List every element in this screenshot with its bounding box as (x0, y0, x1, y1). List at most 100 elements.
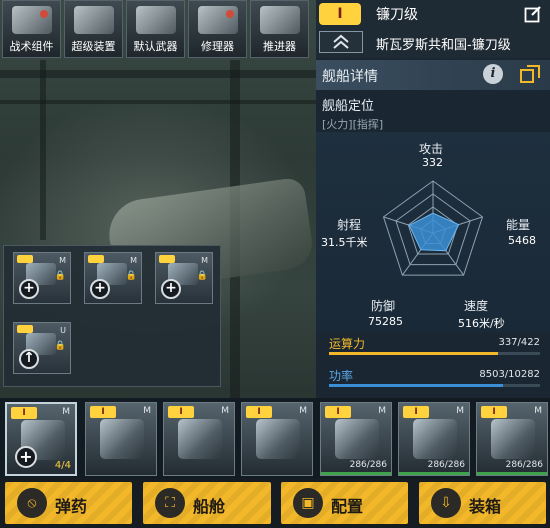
tier-marker (159, 255, 175, 263)
tier-badge: I (325, 406, 351, 418)
thruster-thumb-icon (260, 6, 300, 34)
cannon-module-icon (413, 419, 457, 459)
add-icon: + (15, 446, 37, 468)
tab-label: 战术组件 (9, 40, 54, 53)
tier-badge: I (246, 406, 272, 418)
compute-value: 337/422 (498, 337, 540, 348)
tier-marker (17, 325, 33, 333)
power-bar (329, 384, 540, 387)
ship-name: 斯瓦罗斯共和国-镰刀级 (376, 38, 511, 53)
crate-icon: ⇩ (431, 488, 461, 518)
stat-value-range: 31.5千米 (321, 236, 368, 249)
slot-type: M (221, 406, 229, 416)
weapon-thumb-icon (136, 6, 176, 34)
power-label: 功率 (329, 369, 354, 383)
panel-title: 舰船详情 (322, 69, 378, 85)
picker-slot[interactable]: + M 🔒 (84, 252, 142, 304)
slot-type: M (143, 406, 151, 416)
slot-type: M (62, 407, 70, 417)
tier-badge: I (168, 406, 194, 418)
lock-icon: 🔒 (125, 271, 137, 281)
lock-icon: 🔒 (196, 271, 208, 281)
crate-button[interactable]: ⇩ 装箱 (419, 482, 546, 524)
stat-value-defense: 75285 (368, 315, 403, 328)
equipment-slot[interactable]: I M 286/286 (476, 402, 548, 476)
slot-type: M (201, 256, 208, 265)
turret-module-icon (256, 419, 300, 459)
cannon-module-icon (491, 419, 535, 459)
slot-picker-popup: + M 🔒 + M 🔒 + M 🔒 ↑ U 🔒 (3, 245, 221, 387)
equipment-slot[interactable]: I M (163, 402, 235, 476)
collapse-button[interactable] (319, 31, 363, 53)
cannon-module-icon (335, 419, 379, 459)
stat-label-range: 射程 (337, 218, 362, 232)
equipment-slot[interactable]: I M 286/286 (320, 402, 392, 476)
slot-hp: 286/286 (349, 460, 387, 470)
picker-slot[interactable]: ↑ U 🔒 (13, 322, 71, 374)
tier-badge: I (481, 406, 507, 418)
hull-button[interactable]: ⛶ 船舱 (143, 482, 271, 524)
equipment-slot[interactable]: I M 286/286 (398, 402, 470, 476)
compute-bar-fill (329, 352, 498, 355)
shield-module-icon (178, 419, 222, 459)
info-icon[interactable]: i (483, 64, 503, 84)
add-icon: + (19, 279, 39, 299)
upgrade-icon: ↑ (19, 349, 39, 369)
slot-type: M (299, 406, 307, 416)
ammo-label: 弹药 (55, 497, 88, 516)
stat-value-energy: 5468 (508, 234, 536, 247)
compute-bar (329, 352, 540, 355)
role-title: 舰船定位 (322, 99, 375, 114)
tab-repairer[interactable]: 修理器 (188, 0, 247, 58)
hull-label: 船舱 (193, 497, 226, 516)
crate-label: 装箱 (469, 497, 502, 516)
config-label: 配置 (331, 497, 364, 516)
ammo-icon: ⦸ (17, 488, 47, 518)
stat-value-attack: 332 (422, 156, 443, 169)
stat-value-speed: 516米/秒 (458, 317, 505, 330)
tab-super-device[interactable]: 超级装置 (64, 0, 123, 58)
tab-label: 推进器 (263, 40, 296, 53)
tier-badge: I (11, 407, 37, 419)
tab-label: 修理器 (201, 40, 234, 53)
equipment-tabs: 战术组件 超级装置 默认武器 修理器 推进器 (0, 0, 309, 58)
ammo-button[interactable]: ⦸ 弹药 (5, 482, 132, 524)
tab-thruster[interactable]: 推进器 (250, 0, 309, 58)
hp-bar (399, 472, 469, 475)
tab-label: 超级装置 (71, 40, 116, 53)
expand-icon[interactable] (519, 64, 541, 84)
tab-tactical[interactable]: 战术组件 (2, 0, 61, 58)
edit-icon[interactable] (524, 5, 542, 23)
hull-icon: ⛶ (155, 488, 185, 518)
hp-bar (477, 472, 547, 475)
equipment-slot[interactable]: I M + 4/4 (5, 402, 77, 476)
power-value: 8503/10282 (479, 369, 540, 380)
tab-default-weapon[interactable]: 默认武器 (126, 0, 185, 58)
stat-label-energy: 能量 (506, 218, 531, 232)
equipment-slot[interactable]: I M (241, 402, 313, 476)
tier-badge: I (403, 406, 429, 418)
lock-icon: 🔒 (54, 341, 66, 351)
slot-hp: 286/286 (427, 460, 465, 470)
super-device-thumb-icon (74, 6, 114, 34)
tier-marker (17, 255, 33, 263)
role-tags: [火力][指挥] (322, 118, 384, 131)
stat-label-defense: 防御 (371, 299, 396, 313)
tier-marker (88, 255, 104, 263)
hp-bar (321, 472, 391, 475)
tier-badge: I (319, 3, 361, 25)
power-bar-fill (329, 384, 504, 387)
slot-hp: 286/286 (505, 460, 543, 470)
picker-slot[interactable]: + M 🔒 (13, 252, 71, 304)
slot-type: M (456, 406, 464, 416)
picker-slot[interactable]: + M 🔒 (155, 252, 213, 304)
slot-type: M (534, 406, 542, 416)
config-button[interactable]: ▣ 配置 (281, 482, 408, 524)
slot-type: M (378, 406, 386, 416)
stat-label-speed: 速度 (464, 299, 489, 313)
stat-label-attack: 攻击 (419, 142, 444, 156)
add-icon: + (90, 279, 110, 299)
chevron-up-icon (333, 34, 349, 49)
config-icon: ▣ (293, 488, 323, 518)
equipment-slot[interactable]: I M (85, 402, 157, 476)
